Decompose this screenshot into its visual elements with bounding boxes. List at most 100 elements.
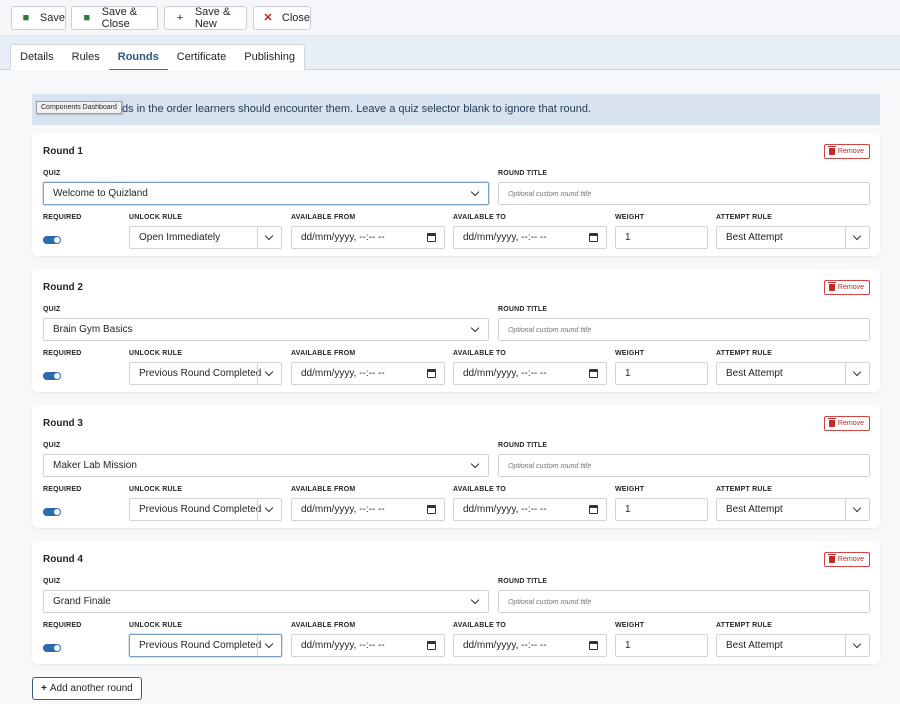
round-title-input[interactable]: Optional custom round title — [498, 182, 870, 205]
tab-rounds[interactable]: Rounds — [108, 45, 168, 71]
info-alert: ds in the order learners should encounte… — [32, 94, 880, 125]
attempt-rule-select[interactable]: Best Attempt — [716, 226, 870, 249]
round-title-label: ROUND TITLE — [498, 306, 548, 313]
calendar-icon[interactable] — [589, 369, 598, 378]
available-to-value: dd/mm/yyyy, --:-- -- — [463, 640, 547, 651]
tab-rules[interactable]: Rules — [63, 45, 109, 70]
chevron-down-icon — [464, 319, 488, 340]
quiz-value: Grand Finale — [53, 596, 111, 607]
unlock-rule-select[interactable]: Open Immediately — [129, 226, 282, 249]
available-from-input[interactable]: dd/mm/yyyy, --:-- -- — [291, 634, 445, 657]
weight-label: WEIGHT — [615, 486, 645, 493]
unlock-rule-label: UNLOCK RULE — [129, 214, 183, 221]
available-from-value: dd/mm/yyyy, --:-- -- — [301, 232, 385, 243]
quiz-select[interactable]: Welcome to Quizland — [43, 182, 489, 205]
calendar-icon[interactable] — [427, 233, 436, 242]
available-from-input[interactable]: dd/mm/yyyy, --:-- -- — [291, 498, 445, 521]
close-button[interactable]: ✕ Close — [253, 6, 311, 30]
required-toggle[interactable] — [43, 644, 61, 652]
unlock-rule-value: Open Immediately — [139, 232, 221, 243]
calendar-icon[interactable] — [589, 505, 598, 514]
quiz-select[interactable]: Grand Finale — [43, 590, 489, 613]
weight-label: WEIGHT — [615, 214, 645, 221]
available-to-value: dd/mm/yyyy, --:-- -- — [463, 232, 547, 243]
quiz-select[interactable]: Maker Lab Mission — [43, 454, 489, 477]
unlock-rule-label: UNLOCK RULE — [129, 486, 183, 493]
attempt-rule-value: Best Attempt — [726, 232, 783, 243]
available-from-value: dd/mm/yyyy, --:-- -- — [301, 640, 385, 651]
quiz-label: QUIZ — [43, 306, 61, 313]
required-label: REQUIRED — [43, 486, 82, 493]
available-from-input[interactable]: dd/mm/yyyy, --:-- -- — [291, 226, 445, 249]
unlock-rule-value: Previous Round Completed — [139, 368, 262, 379]
required-toggle[interactable] — [43, 508, 61, 516]
round-title-placeholder: Optional custom round title — [508, 327, 592, 334]
trash-icon — [827, 282, 836, 291]
available-from-label: AVAILABLE FROM — [291, 214, 356, 221]
unlock-rule-select[interactable]: Previous Round Completed — [129, 362, 282, 385]
available-to-input[interactable]: dd/mm/yyyy, --:-- -- — [453, 362, 607, 385]
required-label: REQUIRED — [43, 214, 82, 221]
calendar-icon[interactable] — [427, 641, 436, 650]
weight-value: 1 — [625, 232, 631, 243]
round-title-placeholder: Optional custom round title — [508, 599, 592, 606]
available-to-input[interactable]: dd/mm/yyyy, --:-- -- — [453, 498, 607, 521]
chevron-down-icon — [845, 227, 869, 248]
remove-round-button[interactable]: Remove — [823, 416, 870, 431]
quiz-value: Welcome to Quizland — [53, 188, 148, 199]
attempt-rule-value: Best Attempt — [726, 368, 783, 379]
add-round-button[interactable]: + Add another round — [32, 677, 142, 700]
round-heading: Round 4 — [43, 554, 83, 565]
remove-round-button[interactable]: Remove — [823, 144, 870, 159]
chevron-down-icon — [257, 635, 281, 656]
calendar-icon[interactable] — [427, 369, 436, 378]
trash-icon — [827, 554, 836, 563]
weight-input[interactable]: 1 — [615, 498, 708, 521]
chevron-down-icon — [845, 499, 869, 520]
unlock-rule-select[interactable]: Previous Round Completed — [129, 498, 282, 521]
tab-certificate[interactable]: Certificate — [168, 45, 236, 70]
round-title-input[interactable]: Optional custom round title — [498, 454, 870, 477]
quiz-label: QUIZ — [43, 578, 61, 585]
save-icon: ■ — [83, 11, 91, 24]
plus-icon: + — [41, 683, 47, 694]
round-title-input[interactable]: Optional custom round title — [498, 318, 870, 341]
remove-label: Remove — [837, 284, 864, 291]
calendar-icon[interactable] — [589, 641, 598, 650]
required-toggle[interactable] — [43, 372, 61, 380]
save-button-label: Save — [39, 12, 65, 24]
chevron-down-icon — [257, 499, 281, 520]
unlock-rule-select[interactable]: Previous Round Completed — [129, 634, 282, 657]
round-card: Round 4 Remove QUIZ Grand Finale ROUND T… — [32, 541, 880, 664]
round-card: Round 2 Remove QUIZ Brain Gym Basics ROU… — [32, 269, 880, 392]
trash-icon — [827, 146, 836, 155]
calendar-icon[interactable] — [427, 505, 436, 514]
remove-round-button[interactable]: Remove — [823, 552, 870, 567]
remove-round-button[interactable]: Remove — [823, 280, 870, 295]
round-heading: Round 1 — [43, 146, 83, 157]
attempt-rule-value: Best Attempt — [726, 640, 783, 651]
attempt-rule-select[interactable]: Best Attempt — [716, 362, 870, 385]
weight-input[interactable]: 1 — [615, 634, 708, 657]
save-new-button[interactable]: + Save & New — [164, 6, 247, 30]
save-close-button-label: Save & Close — [101, 6, 138, 30]
attempt-rule-select[interactable]: Best Attempt — [716, 498, 870, 521]
attempt-rule-label: ATTEMPT RULE — [716, 622, 772, 629]
attempt-rule-select[interactable]: Best Attempt — [716, 634, 870, 657]
quiz-label: QUIZ — [43, 442, 61, 449]
save-button[interactable]: ■ Save — [11, 6, 66, 30]
available-from-label: AVAILABLE FROM — [291, 486, 356, 493]
calendar-icon[interactable] — [589, 233, 598, 242]
round-title-input[interactable]: Optional custom round title — [498, 590, 870, 613]
tab-details[interactable]: Details — [11, 45, 63, 70]
save-close-button[interactable]: ■ Save & Close — [71, 6, 158, 30]
required-toggle[interactable] — [43, 236, 61, 244]
chevron-down-icon — [845, 635, 869, 656]
weight-input[interactable]: 1 — [615, 226, 708, 249]
available-to-input[interactable]: dd/mm/yyyy, --:-- -- — [453, 226, 607, 249]
quiz-select[interactable]: Brain Gym Basics — [43, 318, 489, 341]
tab-publishing[interactable]: Publishing — [235, 45, 304, 70]
available-to-input[interactable]: dd/mm/yyyy, --:-- -- — [453, 634, 607, 657]
weight-input[interactable]: 1 — [615, 362, 708, 385]
available-from-input[interactable]: dd/mm/yyyy, --:-- -- — [291, 362, 445, 385]
